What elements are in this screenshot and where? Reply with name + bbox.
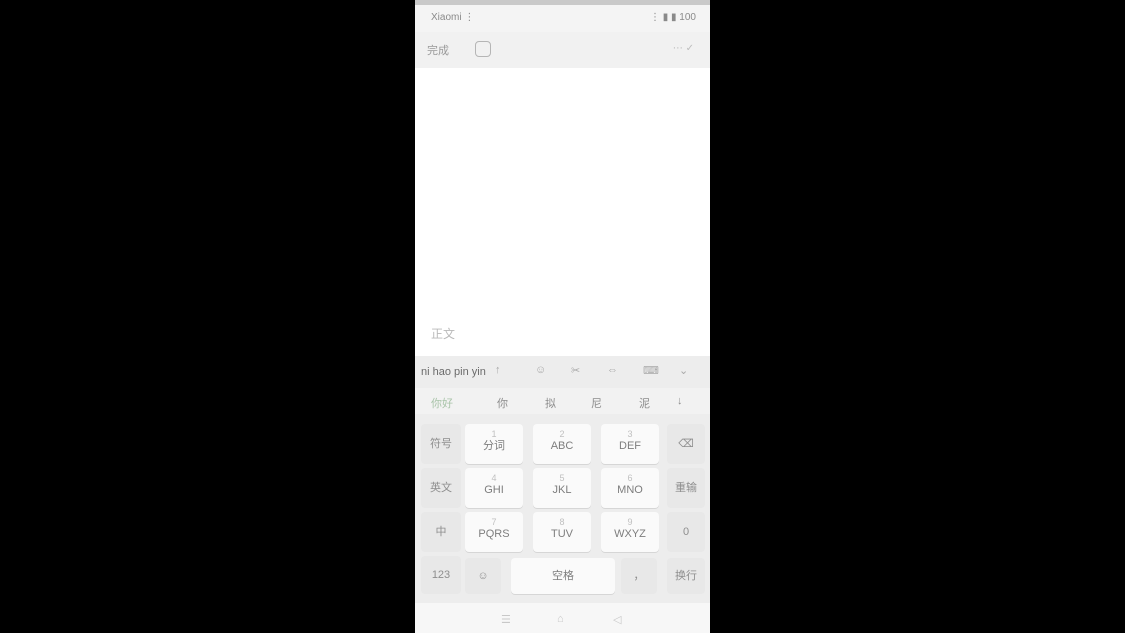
home-icon[interactable]: ⌂: [557, 613, 564, 625]
key-3[interactable]: 3 DEF: [601, 424, 659, 464]
reinput-key[interactable]: 重输: [667, 468, 705, 508]
composition-row: ni hao pin yin ↑ ☺ ✂ ⇔ ⌨ ⌄: [415, 356, 710, 388]
candidate-item[interactable]: 尼: [591, 395, 602, 411]
key-5[interactable]: 5 JKL: [533, 468, 591, 508]
status-indicators: ⋮ ▮ ▮ 100: [649, 12, 696, 23]
backspace-key[interactable]: ⌫: [667, 424, 705, 464]
status-bar: Xiaomi ⋮ ⋮ ▮ ▮ 100: [415, 0, 710, 32]
clipboard-icon[interactable]: ✂: [571, 364, 580, 377]
key-2[interactable]: 2 ABC: [533, 424, 591, 464]
note-editor[interactable]: 正文: [415, 68, 710, 356]
key-1[interactable]: 1 分词: [465, 424, 523, 464]
key-0[interactable]: 0: [667, 512, 705, 552]
key-8[interactable]: 8 TUV: [533, 512, 591, 552]
expand-candidates-icon[interactable]: ↓: [677, 395, 683, 407]
toolbar-actions[interactable]: ⋯ ✓: [673, 43, 694, 54]
editor-toolbar: 完成 ⋯ ✓: [415, 32, 710, 68]
candidate-bar: 你好 你 拟 尼 泥 ↓: [415, 388, 710, 414]
composition-text: ni hao pin yin: [421, 366, 486, 378]
key-7[interactable]: 7 PQRS: [465, 512, 523, 552]
comma-key[interactable]: ，: [621, 558, 657, 594]
collapse-icon[interactable]: ⌄: [679, 364, 688, 377]
english-key[interactable]: 英文: [421, 468, 461, 508]
phone-screen: Xiaomi ⋮ ⋮ ▮ ▮ 100 完成 ⋯ ✓ 正文 ni hao pin …: [415, 0, 710, 633]
arrow-up-icon[interactable]: ↑: [495, 364, 501, 376]
enter-key[interactable]: 换行: [667, 558, 705, 594]
body-placeholder: 正文: [431, 327, 456, 341]
ime-keyboard: ni hao pin yin ↑ ☺ ✂ ⇔ ⌨ ⌄ 你好 你 拟 尼 泥 ↓ …: [415, 356, 710, 603]
back-icon[interactable]: ◁: [613, 613, 621, 626]
candidate-item[interactable]: 你好: [431, 395, 453, 411]
key-6[interactable]: 6 MNO: [601, 468, 659, 508]
done-button[interactable]: 完成: [427, 42, 449, 58]
candidate-item[interactable]: 拟: [545, 395, 556, 411]
emoji-key[interactable]: ☺: [465, 558, 501, 594]
key-4[interactable]: 4 GHI: [465, 468, 523, 508]
candidate-item[interactable]: 你: [497, 395, 508, 411]
keyboard-icon[interactable]: ⌨: [643, 364, 659, 377]
symbols-key[interactable]: 符号: [421, 424, 461, 464]
carrier-label: Xiaomi ⋮: [431, 12, 475, 23]
space-key[interactable]: 空格: [511, 558, 615, 594]
cursor-icon[interactable]: ⇔: [607, 364, 618, 376]
candidate-item[interactable]: 泥: [639, 395, 650, 411]
chinese-key[interactable]: 中: [421, 512, 461, 552]
system-nav-bar: ☰ ⌂ ◁: [415, 603, 710, 633]
emoji-icon[interactable]: ☺: [535, 364, 546, 376]
checklist-icon[interactable]: [475, 41, 491, 57]
menu-icon[interactable]: ☰: [501, 613, 511, 626]
numbers-key[interactable]: 123: [421, 556, 461, 594]
key-9[interactable]: 9 WXYZ: [601, 512, 659, 552]
